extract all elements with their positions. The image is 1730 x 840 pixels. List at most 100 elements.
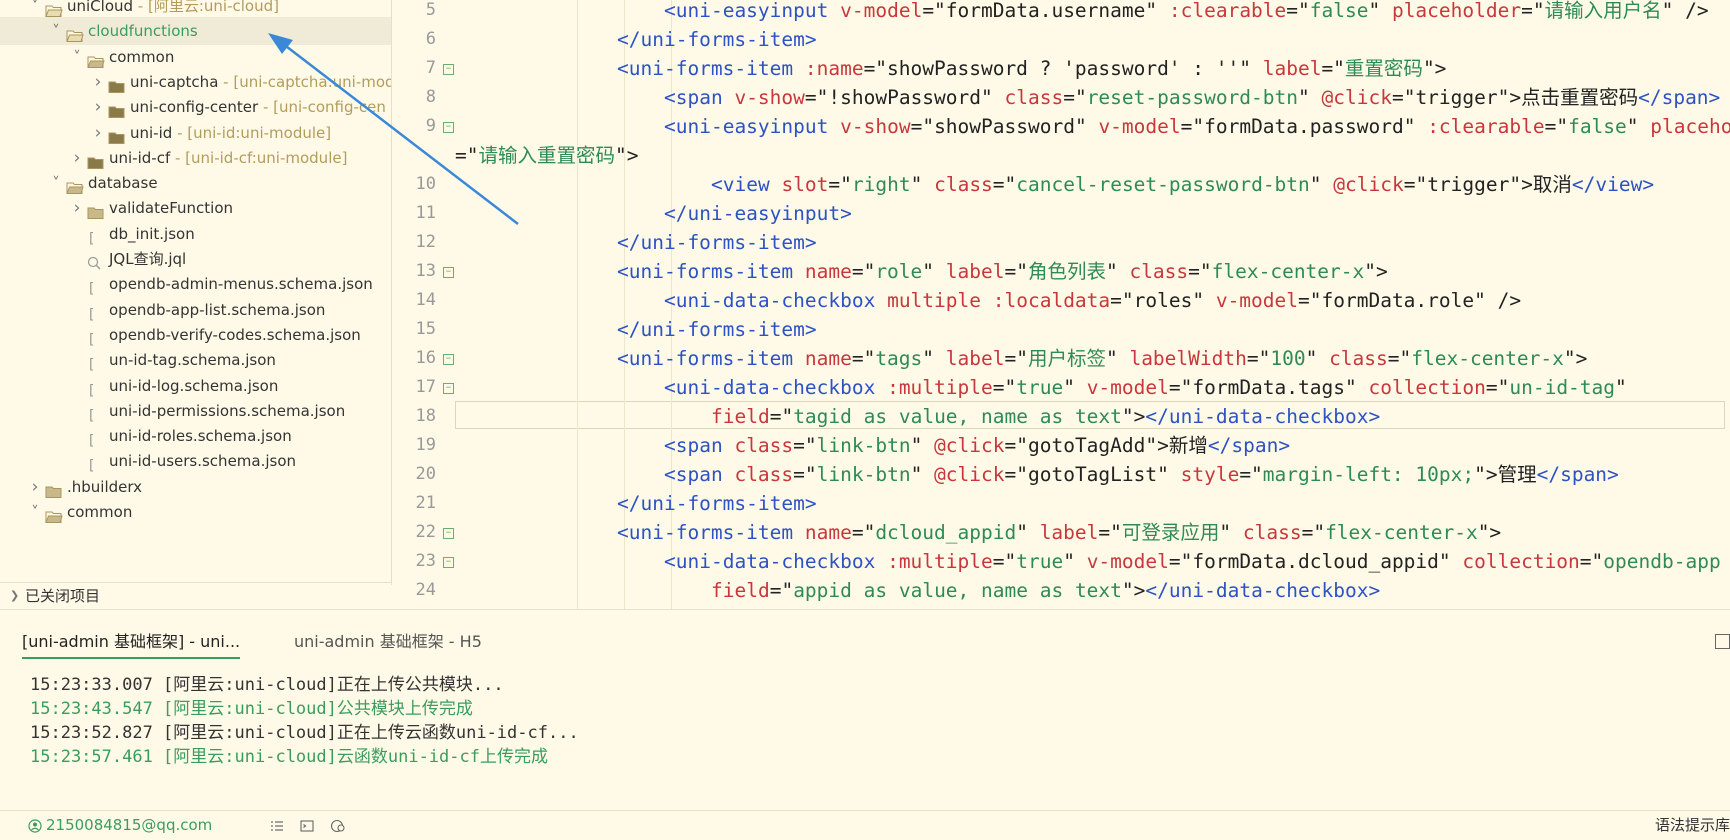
fold-toggle-icon[interactable]: − (443, 557, 454, 568)
tree-item-suffix: - [uni-id:uni-module] (172, 123, 332, 142)
tree-item[interactable]: [ ] uni-id-roles.schema.json (0, 422, 391, 450)
svg-text:[ ]: [ ] (87, 458, 101, 473)
chevron-right-icon[interactable]: › (91, 119, 105, 147)
tree-item[interactable]: [ ] uni-id-users.schema.json (0, 447, 391, 475)
code-token: " (981, 86, 1005, 109)
tree-item[interactable]: [ ] opendb-admin-menus.schema.json (0, 270, 391, 298)
chevron-down-icon[interactable]: ˅ (70, 43, 84, 71)
code-token: class (1129, 260, 1189, 283)
tree-item[interactable]: JQL查询.jql (0, 245, 391, 273)
tree-item[interactable]: ˅ database (0, 169, 391, 197)
code-token: <span (664, 86, 723, 109)
code-token: placeholder (1650, 115, 1730, 138)
code-token: <uni-easyinput (664, 0, 829, 22)
code-token: style (1180, 463, 1240, 486)
folder-icon (87, 151, 105, 169)
code-token: " (1157, 463, 1181, 486)
code-token: </view> (1571, 173, 1655, 196)
tree-item[interactable]: › .hbuilderx (0, 473, 391, 501)
code-token: formData.password (1204, 115, 1404, 138)
tree-item[interactable]: [ ] opendb-verify-codes.schema.json (0, 321, 391, 349)
code-token: =" (804, 86, 829, 109)
tree-item-name: opendb-app-list.schema.json (109, 300, 326, 319)
tab-console-h5[interactable]: uni-admin 基础框架 - H5 (294, 627, 482, 657)
code-editor[interactable]: 5 6 7−8 9−10 11 12 13−14 15 16−17−18 19 20 21 22−23−… (392, 0, 1730, 609)
svg-text:[ ]: [ ] (87, 307, 101, 322)
panel-checkbox[interactable] (1715, 634, 1730, 649)
fold-toggle-icon[interactable]: − (443, 267, 454, 278)
syntax-hint-label[interactable]: 语法提示库 (1655, 811, 1730, 839)
tree-item-label: cloudfunctions (88, 17, 198, 45)
code-token: <uni-data-checkbox (664, 550, 876, 573)
code-token: =" (793, 463, 817, 486)
code-token: </uni-easyinput> (664, 202, 852, 225)
code-token: =" (769, 405, 794, 428)
code-token: trigger (1415, 86, 1498, 109)
fold-toggle-icon[interactable]: − (443, 354, 454, 365)
tree-item-label: un-id-tag.schema.json (109, 346, 276, 374)
code-token: <span (664, 434, 723, 457)
chevron-right-icon[interactable]: › (70, 144, 84, 172)
tree-item[interactable]: ˅ common (0, 43, 391, 71)
code-token: " (1105, 347, 1130, 370)
terminal-icon[interactable] (300, 811, 314, 839)
tab-console-uni-cloud[interactable]: [uni-admin 基础框架] - uni... (22, 627, 241, 659)
fold-toggle-icon[interactable]: − (443, 383, 454, 394)
line-number: 16 (415, 348, 436, 368)
code-token: multiple (887, 289, 981, 312)
code-token: false (1309, 0, 1369, 22)
closed-projects-item[interactable]: ❯ 已关闭项目 (0, 582, 391, 609)
code-token: " (1063, 376, 1087, 399)
code-token: true (1016, 376, 1064, 399)
code-token: field (711, 579, 770, 602)
code-token: "> (1563, 347, 1588, 370)
list-icon[interactable] (270, 811, 284, 839)
fold-toggle-icon[interactable]: − (443, 64, 454, 75)
tree-item-name: uni-id-users.schema.json (109, 452, 297, 471)
tree-item[interactable]: › uni-config-center - [uni-config-cen (0, 93, 391, 121)
account-label[interactable]: 2150084815@qq.com (46, 811, 212, 839)
code-token: appid as value, name as text (793, 579, 1122, 602)
tree-item[interactable]: ˅ common (0, 498, 391, 526)
tree-item-label: validateFunction (109, 194, 233, 222)
chevron-right-icon[interactable]: › (28, 473, 42, 501)
line-number: 12 (415, 232, 436, 252)
tree-item[interactable]: [ ] uni-id-permissions.schema.json (0, 397, 391, 425)
json-file-icon: [ ] (87, 429, 112, 449)
code-token: gotoTagList (1027, 463, 1158, 486)
chevron-down-icon[interactable]: ˅ (49, 169, 63, 197)
tree-item[interactable]: › uni-captcha - [uni-captcha:uni-mod (0, 68, 391, 96)
code-token: :clearable (1168, 0, 1287, 22)
tree-item[interactable]: ˅ cloudfunctions (0, 17, 391, 46)
chevron-right-icon[interactable]: › (70, 194, 84, 222)
code-line: </uni-forms-item> (617, 489, 817, 518)
tree-item[interactable]: [ ] un-id-tag.schema.json (0, 346, 391, 374)
tree-item[interactable]: › uni-id - [uni-id:uni-module] (0, 119, 391, 147)
folder-icon (66, 24, 84, 43)
tree-item[interactable]: › uni-id-cf - [uni-id-cf:uni-module] (0, 144, 391, 172)
tree-item[interactable]: [ ] db_init.json (0, 220, 391, 248)
code-line: <uni-forms-item :name="showPassword ? 'p… (617, 54, 1446, 83)
tree-item-name: uni-id-cf (109, 148, 171, 167)
chevron-down-icon[interactable]: ˅ (49, 17, 63, 45)
code-token: " (1403, 115, 1428, 138)
code-token: =" (1403, 173, 1428, 196)
fold-toggle-icon[interactable]: − (443, 122, 454, 133)
tree-item[interactable]: [ ] uni-id-log.schema.json (0, 372, 391, 400)
chevron-right-icon[interactable]: › (91, 68, 105, 96)
tree-item[interactable]: [ ] opendb-app-list.schema.json (0, 296, 391, 324)
chevron-right-icon[interactable]: › (91, 93, 105, 121)
code-line: field="appid as value, name as text"></u… (711, 576, 1380, 605)
fold-toggle-icon[interactable]: − (443, 528, 454, 539)
code-token: =" (1004, 434, 1028, 457)
tree-item[interactable]: › validateFunction (0, 194, 391, 222)
code-token: " (1368, 0, 1392, 22)
line-number: 17 (415, 377, 436, 397)
chevron-down-icon[interactable]: ˅ (28, 498, 42, 526)
code-token: </uni-forms-item> (617, 231, 817, 254)
cloud-icon[interactable] (330, 811, 346, 839)
line-number: 24 (415, 580, 436, 600)
